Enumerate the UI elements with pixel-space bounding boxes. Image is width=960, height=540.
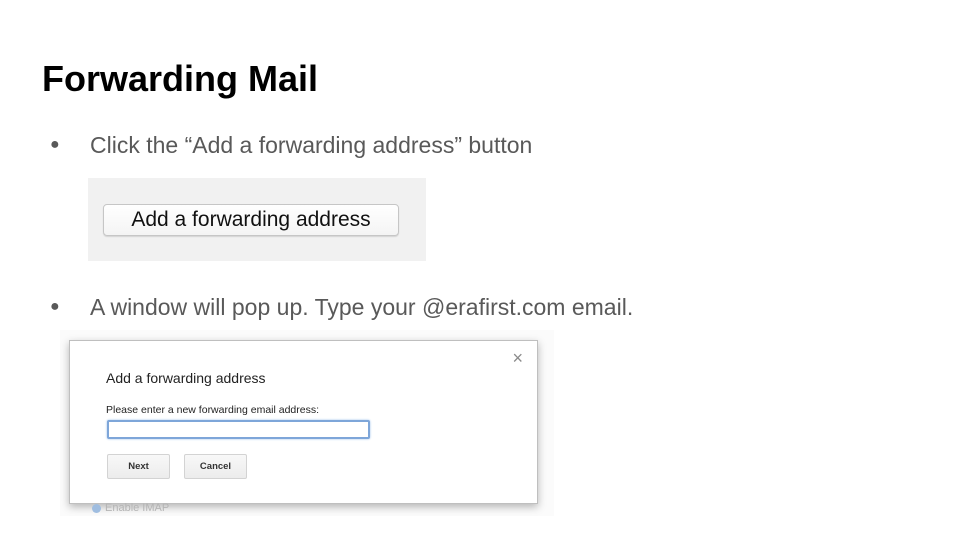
dialog-title: Add a forwarding address <box>106 370 266 386</box>
radio-icon <box>92 503 101 513</box>
email-field-label: Please enter a new forwarding email addr… <box>106 404 320 416</box>
bullet-dot-icon: ● <box>50 298 60 315</box>
bullet-item-1: ● Click the “Add a forwarding address” b… <box>50 131 532 159</box>
close-icon[interactable]: × <box>512 349 523 367</box>
bullet-text-2: A window will pop up. Type your @erafirs… <box>90 294 634 320</box>
bullet-dot-icon: ● <box>50 136 60 153</box>
bullet-item-2: ● A window will pop up. Type your @erafi… <box>50 293 633 321</box>
button-screenshot: Add a forwarding address <box>88 178 426 261</box>
slide-title: Forwarding Mail <box>42 58 319 99</box>
next-button[interactable]: Next <box>107 454 170 479</box>
add-forwarding-address-button[interactable]: Add a forwarding address <box>103 204 399 236</box>
slide: Forwarding Mail ● Click the “Add a forwa… <box>0 0 960 540</box>
cancel-button[interactable]: Cancel <box>184 454 247 479</box>
imap-option: Enable IMAP <box>92 502 169 514</box>
forwarding-dialog: × Add a forwarding address Please enter … <box>69 340 538 504</box>
bullet-text-1: Click the “Add a forwarding address” but… <box>90 132 533 158</box>
email-field[interactable] <box>107 420 370 439</box>
dialog-screenshot: × Add a forwarding address Please enter … <box>60 330 554 516</box>
imap-label: Enable IMAP <box>105 502 170 514</box>
